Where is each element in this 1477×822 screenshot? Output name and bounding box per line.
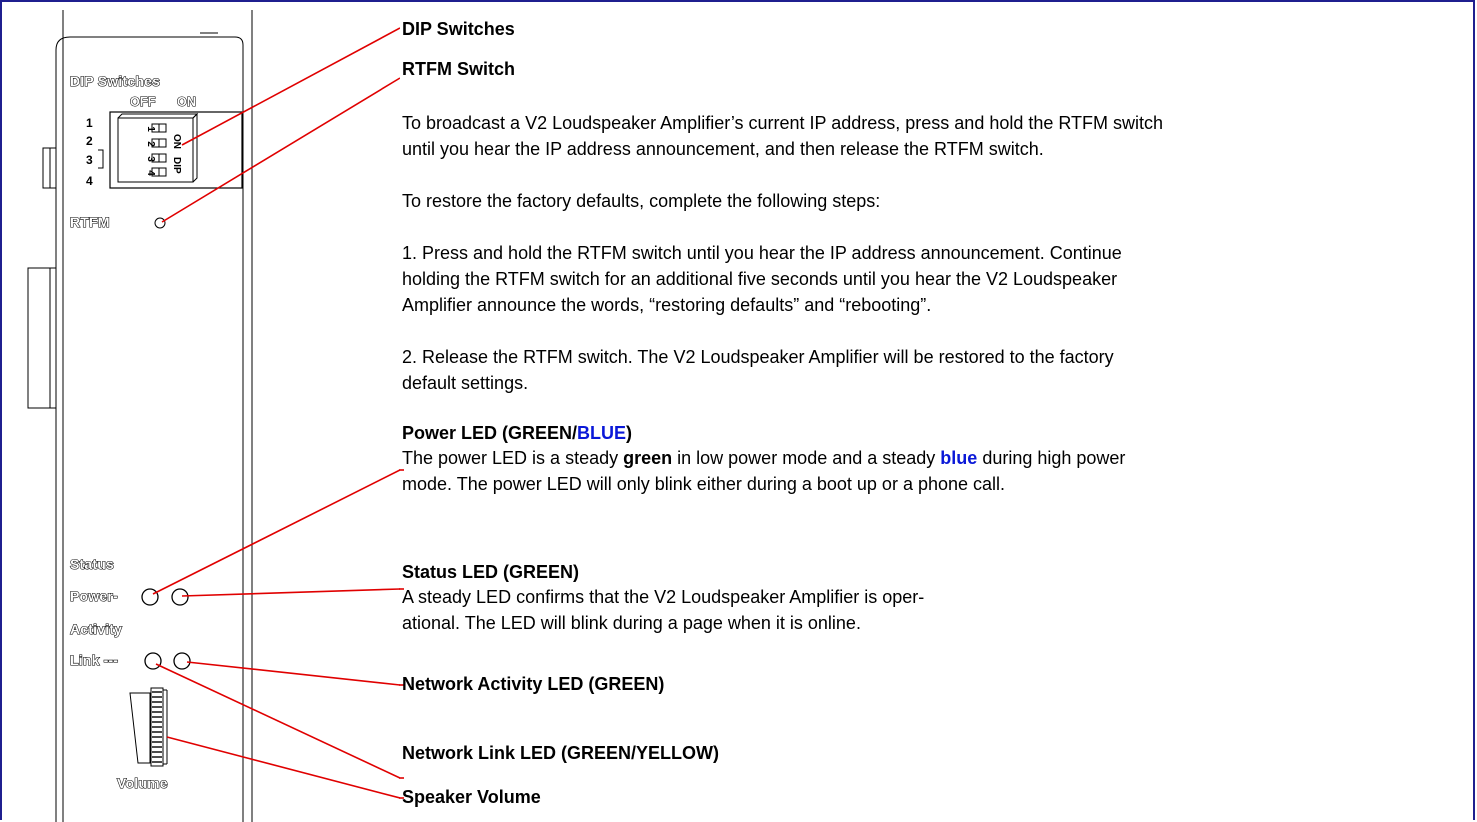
- dip-body-dip-text: DIP: [171, 157, 182, 174]
- rtfm-text-line-3: To restore the factory defaults, complet…: [402, 191, 881, 211]
- power-led-line-2: mode. The power LED will only blink eith…: [402, 474, 1006, 494]
- power-line1-part-a: The power LED is a steady: [402, 448, 624, 468]
- rtfm-text-line-6: Amplifier announce the words, “restoring…: [402, 295, 932, 315]
- dip-body-on-text: ON: [171, 134, 182, 149]
- power-led-heading-blue: BLUE: [577, 423, 627, 443]
- dip-pos-2: 2: [145, 141, 156, 147]
- dip-switches-panel-label: DIP Switches: [69, 72, 161, 89]
- rtfm-text-line-7: 2. Release the RTFM switch. The V2 Louds…: [402, 347, 1114, 367]
- dip-number-2: 2: [86, 134, 93, 148]
- rtfm-panel-label: RTFM: [69, 213, 110, 230]
- rtfm-text-line-4: 1. Press and hold the RTFM switch until …: [402, 243, 1122, 263]
- power-line1-green: green: [623, 448, 673, 468]
- power-led-line-1: The power LED is a steady green in low p…: [402, 445, 1125, 471]
- power-led-heading: Power LED (GREEN/BLUE): [402, 422, 632, 444]
- power-line1-blue: blue: [940, 448, 978, 468]
- power-led-heading-suffix: ): [626, 423, 633, 443]
- power-led-heading-prefix: Power LED (GREEN/: [402, 423, 578, 443]
- rtfm-text-line-5: holding the RTFM switch for an additiona…: [402, 269, 1118, 289]
- speaker-volume-heading: Speaker Volume: [402, 787, 541, 807]
- power-panel-label: Power-: [69, 587, 118, 604]
- volume-panel-label: Volume: [116, 774, 168, 791]
- dip-pos-4: 4: [145, 170, 156, 176]
- off-label: OFF: [129, 94, 156, 109]
- rtfm-switch-heading: RTFM Switch: [402, 59, 515, 79]
- dip-number-4: 4: [86, 174, 93, 188]
- power-line1-part-c: during high power: [977, 448, 1126, 468]
- status-led-line-1: A steady LED confirms that the V2 Loudsp…: [402, 587, 925, 607]
- status-led-heading: Status LED (GREEN): [402, 562, 580, 582]
- dip-pos-1: 1: [145, 126, 156, 132]
- on-label: ON: [176, 94, 197, 109]
- status-led-line-2: ational. The LED will blink during a pag…: [402, 613, 861, 633]
- dip-number-1: 1: [86, 116, 93, 130]
- network-link-led-heading: Network Link LED (GREEN/YELLOW): [402, 743, 720, 763]
- network-activity-led-heading: Network Activity LED (GREEN): [402, 674, 665, 694]
- dip-pos-3: 3: [145, 156, 156, 162]
- status-panel-label: Status: [69, 555, 114, 572]
- link-panel-label: Link ---: [69, 651, 119, 668]
- device-panel-drawing: 1 2 3 4 ON DIP: [27, 10, 400, 822]
- rtfm-text-line-8: default settings.: [402, 373, 529, 393]
- activity-panel-label: Activity: [69, 620, 123, 637]
- rtfm-text-line-1: To broadcast a V2 Loudspeaker Amplifier’…: [402, 113, 1164, 133]
- power-line1-part-b: in low power mode and a steady: [672, 448, 941, 468]
- dip-number-3: 3: [86, 153, 93, 167]
- dip-switches-heading: DIP Switches: [402, 19, 515, 39]
- rtfm-text-line-2: until you hear the IP address announceme…: [402, 139, 1044, 159]
